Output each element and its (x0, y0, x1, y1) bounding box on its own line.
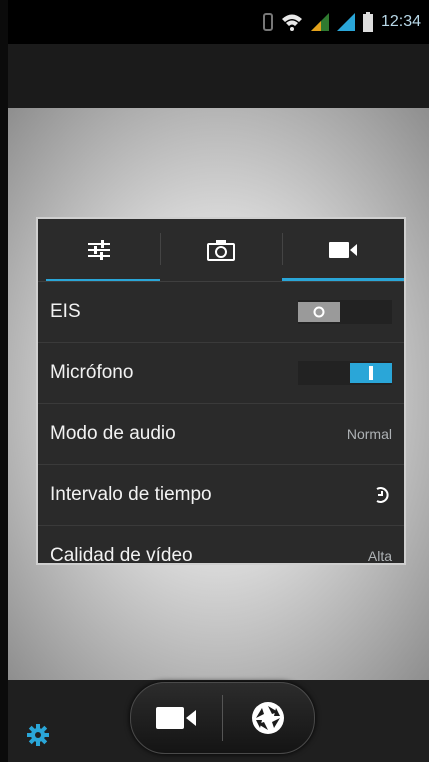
tab-video-settings[interactable] (282, 219, 404, 281)
setting-label: EIS (50, 301, 81, 322)
setting-row-microphone[interactable]: Micrófono (38, 343, 404, 404)
setting-row-video-quality[interactable]: Calidad de vídeo Alta (38, 526, 404, 565)
vibrate-icon (262, 13, 273, 31)
eis-toggle[interactable] (298, 300, 392, 324)
tab-general-settings[interactable] (38, 219, 160, 281)
capture-controls (130, 682, 315, 754)
video-camera-icon (329, 242, 357, 258)
sliders-icon (88, 240, 110, 260)
signal-icon (310, 13, 329, 31)
microphone-toggle[interactable] (298, 361, 392, 385)
video-settings-panel: EIS Micrófono Modo de audio Normal Inter… (36, 217, 406, 565)
tab-photo-settings[interactable] (160, 219, 282, 281)
battery-icon (362, 12, 373, 32)
wifi-icon (281, 14, 302, 31)
toggle-thumb (298, 302, 340, 322)
setting-label: Modo de audio (50, 423, 176, 444)
on-icon (369, 366, 373, 380)
setting-value: Alta (367, 548, 392, 564)
off-icon (313, 306, 325, 318)
signal-icon (336, 13, 355, 31)
clock: 12:34 (380, 13, 421, 30)
toggle-thumb (350, 363, 392, 383)
video-mode-button[interactable] (131, 683, 221, 753)
setting-row-eis[interactable]: EIS (38, 282, 404, 343)
settings-tabs (38, 219, 404, 282)
setting-label: Micrófono (50, 362, 134, 383)
shutter-button[interactable] (223, 683, 313, 753)
timer-icon (376, 487, 389, 503)
status-bar: 12:34 (8, 0, 429, 44)
gear-icon[interactable] (26, 723, 50, 747)
top-bar (8, 44, 429, 108)
setting-row-audio-mode[interactable]: Modo de audio Normal (38, 404, 404, 465)
setting-row-time-lapse[interactable]: Intervalo de tiempo (38, 465, 404, 526)
camera-icon (207, 240, 235, 261)
setting-value: Normal (346, 426, 392, 442)
video-camera-icon (156, 707, 196, 729)
setting-label: Calidad de vídeo (50, 545, 193, 565)
shutter-icon (252, 702, 284, 734)
setting-label: Intervalo de tiempo (50, 484, 212, 505)
status-icons: 12:34 (262, 10, 421, 34)
